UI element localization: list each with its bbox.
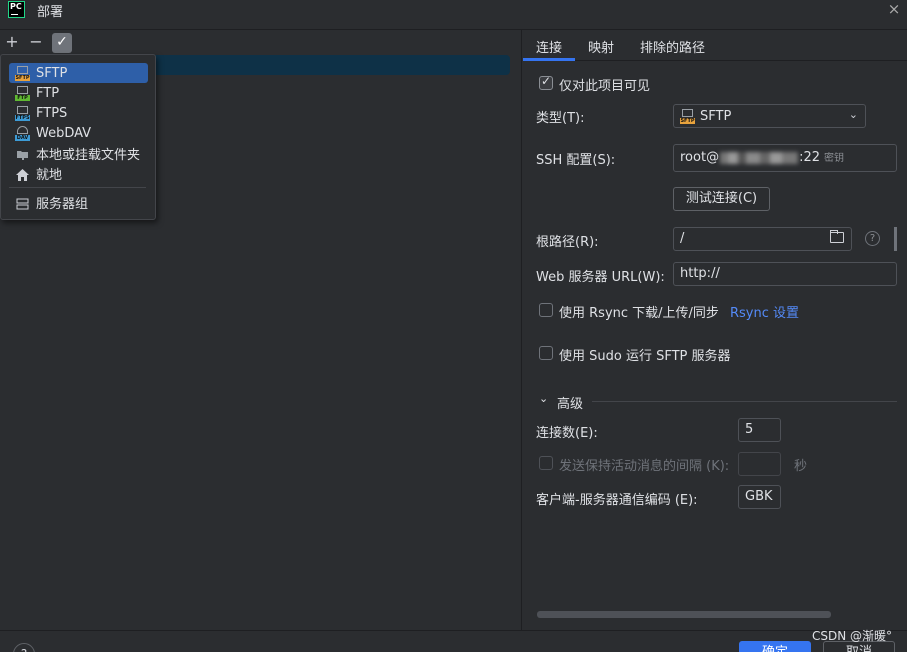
horizontal-scrollbar[interactable] xyxy=(537,611,831,618)
advanced-section-title[interactable]: 高级 xyxy=(557,393,583,412)
visible-only-project-label: 仅对此项目可见 xyxy=(559,79,651,94)
root-path-label: 根路径(R): xyxy=(536,235,599,250)
tab-excluded-paths[interactable]: 排除的路径 xyxy=(640,37,705,56)
close-icon[interactable]: × xyxy=(886,0,902,18)
menu-item-ftps[interactable]: FTPS FTPS xyxy=(9,103,148,123)
visible-only-project-checkbox[interactable] xyxy=(539,74,553,90)
menu-item-webdav[interactable]: DAV WebDAV xyxy=(9,123,148,143)
sftp-icon: SFTP xyxy=(15,65,30,81)
add-server-menu: SFTP SFTP FTP FTP FTPS FTPS DAV WebDAV 本… xyxy=(0,54,156,220)
encoding-field[interactable]: GBK xyxy=(738,485,781,509)
menu-separator xyxy=(9,187,146,188)
rsync-checkbox[interactable] xyxy=(539,303,553,317)
ssh-config-label: SSH 配置(S): xyxy=(536,153,616,168)
web-url-field[interactable]: http:// xyxy=(673,262,897,286)
connections-label: 连接数(E): xyxy=(536,426,598,441)
tab-mappings[interactable]: 映射 xyxy=(588,37,614,56)
help-icon[interactable]: ? xyxy=(865,231,880,246)
type-select[interactable]: SFTP SFTP ⌄ xyxy=(673,104,866,128)
menu-item-label: 服务器组 xyxy=(36,196,89,212)
keepalive-label: 发送保持活动消息的间隔 (K): xyxy=(559,459,730,474)
home-icon xyxy=(15,166,30,181)
type-label: 类型(T): xyxy=(536,111,585,126)
redacted-host xyxy=(720,151,799,164)
ssh-config-field[interactable]: root@ :22 密钥 xyxy=(673,144,897,172)
rsync-label: 使用 Rsync 下载/上传/同步 xyxy=(559,306,719,321)
sudo-checkbox[interactable] xyxy=(539,346,553,360)
menu-item-label: 就地 xyxy=(36,167,63,183)
keepalive-checkbox[interactable] xyxy=(539,456,553,470)
menu-item-server-group[interactable]: 服务器组 xyxy=(9,192,148,212)
tab-bar: 连接 映射 排除的路径 xyxy=(523,30,907,61)
menu-item-label: FTP xyxy=(36,85,60,101)
active-tab-indicator xyxy=(523,58,575,61)
ftp-icon: FTP xyxy=(15,85,30,101)
menu-item-sftp[interactable]: SFTP SFTP xyxy=(9,63,148,83)
chevron-down-icon[interactable]: ⌄ xyxy=(539,392,548,405)
encoding-label: 客户端-服务器通信编码 (E): xyxy=(536,493,698,508)
test-connection-button[interactable]: 测试连接(C) xyxy=(673,187,770,211)
keepalive-unit: 秒 xyxy=(794,459,808,474)
add-server-button[interactable]: + xyxy=(2,33,22,53)
ssh-user: root@ xyxy=(680,150,720,165)
keepalive-field[interactable] xyxy=(738,452,781,476)
ssh-port: :22 xyxy=(799,150,820,165)
ssh-auth-hint: 密钥 xyxy=(824,153,844,164)
remove-server-button[interactable]: − xyxy=(26,33,46,53)
menu-item-label: SFTP xyxy=(36,65,68,81)
field-edge xyxy=(894,227,897,251)
sftp-icon: SFTP xyxy=(680,108,695,124)
menu-item-local-folder[interactable]: 本地或挂载文件夹 xyxy=(9,143,148,163)
sudo-label: 使用 Sudo 运行 SFTP 服务器 xyxy=(559,349,731,364)
connections-field[interactable]: 5 xyxy=(738,418,781,442)
folder-icon[interactable] xyxy=(830,230,844,243)
menu-item-label: 本地或挂载文件夹 xyxy=(36,147,141,163)
type-value: SFTP xyxy=(700,108,732,124)
title-bar: PC 部署 × xyxy=(0,0,907,30)
menu-item-label: FTPS xyxy=(36,105,68,121)
section-divider xyxy=(592,401,897,402)
menu-item-in-place[interactable]: 就地 xyxy=(9,163,148,183)
ftps-icon: FTPS xyxy=(15,105,30,121)
app-logo-text: PC xyxy=(10,2,22,11)
web-url-label: Web 服务器 URL(W): xyxy=(536,270,665,285)
server-group-icon xyxy=(15,195,30,210)
set-default-button[interactable]: ✓ xyxy=(52,33,72,53)
pycharm-logo-icon: PC xyxy=(8,1,25,18)
window-title: 部署 xyxy=(37,5,64,20)
menu-item-ftp[interactable]: FTP FTP xyxy=(9,83,148,103)
selected-server-row[interactable] xyxy=(150,55,510,75)
webdav-icon: DAV xyxy=(15,125,30,141)
chevron-down-icon: ⌄ xyxy=(848,108,858,121)
menu-item-label: WebDAV xyxy=(36,125,92,141)
rsync-settings-link[interactable]: Rsync 设置 xyxy=(730,302,799,321)
tab-connection[interactable]: 连接 xyxy=(536,37,562,56)
root-path-field[interactable]: / xyxy=(673,227,852,251)
ok-button[interactable]: 确定 xyxy=(739,641,811,652)
watermark-text: CSDN @渐暖° xyxy=(812,629,893,643)
folder-icon xyxy=(15,146,30,161)
